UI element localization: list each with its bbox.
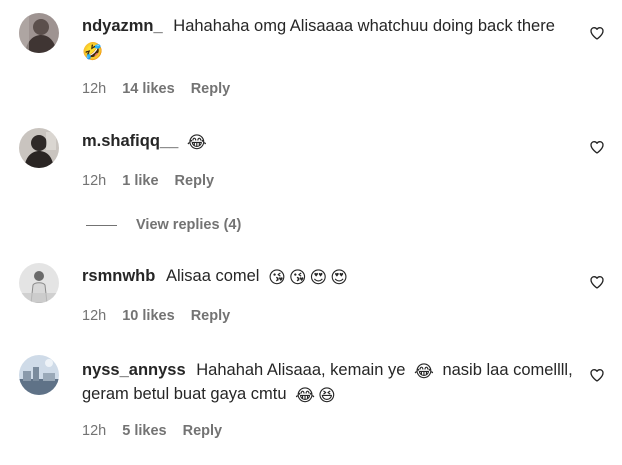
reply-button[interactable]: Reply: [191, 81, 231, 97]
timestamp: 12h: [82, 423, 107, 439]
comment-meta: 12h 14 likes Reply: [82, 81, 242, 97]
tears-of-joy-emoji: 😂: [413, 362, 434, 382]
avatar[interactable]: [19, 355, 59, 395]
likes-count[interactable]: 1 like: [122, 173, 158, 189]
comment-text-block: rsmnwhb Alisaa comel 😘 😘 😍 😍: [82, 264, 582, 288]
timestamp: 12h: [82, 81, 107, 97]
avatar-image: [19, 355, 59, 395]
avatar[interactable]: [19, 128, 59, 168]
comment-text-block: m.shafiqq__ 😂: [82, 129, 582, 153]
comment-meta: 12h 10 likes Reply: [82, 308, 242, 324]
comment-text: Hahahah Alisaaa, kemain ye: [196, 361, 406, 379]
tears-of-joy-emoji: 😂: [186, 133, 207, 153]
comment-text: geram betul buat gaya cmtu: [82, 385, 287, 403]
reply-button[interactable]: Reply: [191, 308, 231, 324]
comment-text: Hahahaha omg Alisaaaa whatchuu doing bac…: [173, 17, 555, 35]
heart-outline-icon[interactable]: [589, 25, 605, 41]
avatar-image: [19, 13, 59, 53]
avatar-image: [19, 128, 59, 168]
username[interactable]: ndyazmn_: [82, 17, 163, 35]
heart-outline-icon[interactable]: [589, 367, 605, 383]
username[interactable]: m.shafiqq__: [82, 132, 178, 150]
comment-text: nasib laa comellll,: [442, 361, 573, 379]
rofl-emoji: 🤣: [82, 42, 104, 62]
comment-text-block: nyss_annyss Hahahah Alisaaa, kemain ye 😂…: [82, 358, 582, 406]
avatar[interactable]: [19, 263, 59, 303]
tears-of-joy-emoji: 😂: [295, 386, 316, 406]
username[interactable]: rsmnwhb: [82, 267, 155, 285]
kiss-emoji: 😘: [268, 268, 286, 288]
heart-eyes-emoji: 😍: [330, 268, 349, 288]
likes-count[interactable]: 10 likes: [122, 308, 174, 324]
laughing-emoji: 😆: [318, 386, 336, 406]
view-replies-label: View replies (4): [136, 217, 242, 233]
username[interactable]: nyss_annyss: [82, 361, 186, 379]
comment-text-block: ndyazmn_ Hahahaha omg Alisaaaa whatchuu …: [82, 14, 582, 62]
avatar-image: [19, 263, 59, 303]
avatar[interactable]: [19, 13, 59, 53]
comment-meta: 12h 5 likes Reply: [82, 423, 234, 439]
heart-outline-icon[interactable]: [589, 139, 605, 155]
likes-count[interactable]: 5 likes: [122, 423, 166, 439]
kiss-emoji: 😘: [288, 268, 307, 288]
timestamp: 12h: [82, 308, 107, 324]
comment-meta: 12h 1 like Reply: [82, 173, 226, 189]
reply-button[interactable]: Reply: [175, 173, 215, 189]
comment-text: Alisaa comel: [165, 267, 260, 285]
heart-outline-icon[interactable]: [589, 274, 605, 290]
likes-count[interactable]: 14 likes: [122, 81, 174, 97]
timestamp: 12h: [82, 173, 107, 189]
view-replies-divider: [86, 224, 117, 226]
reply-button[interactable]: Reply: [183, 423, 223, 439]
view-replies-button[interactable]: View replies (4): [86, 215, 241, 235]
heart-eyes-emoji: 😍: [309, 268, 328, 288]
